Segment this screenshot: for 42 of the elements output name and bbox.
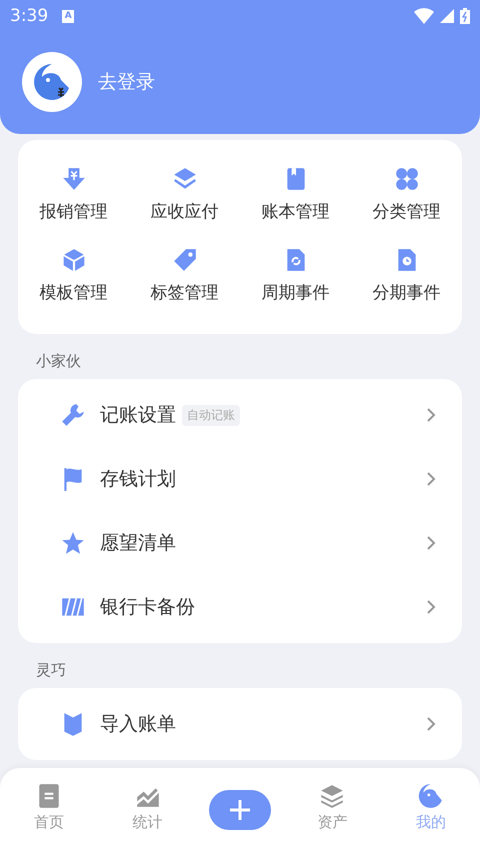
wrench-icon	[60, 402, 86, 428]
menu-label: 记账设置	[100, 403, 176, 428]
menu-item[interactable]: 导入账单	[18, 692, 462, 756]
shortcut-item[interactable]: 模板管理	[18, 243, 129, 324]
menu-label: 银行卡备份	[100, 595, 195, 620]
layers-icon	[319, 783, 346, 809]
notification-icon: A	[62, 10, 74, 22]
shortcut-item[interactable]: 周期事件	[240, 243, 351, 324]
feature-tag: 自动记账	[182, 404, 240, 426]
signal-icon	[440, 9, 454, 23]
section-title: 灵巧	[35, 660, 67, 681]
menu-label: 存钱计划	[100, 467, 176, 492]
shortcut-item[interactable]: 标签管理	[129, 243, 240, 324]
section-title: 小家伙	[35, 351, 82, 372]
download-icon	[60, 166, 86, 192]
add-button[interactable]	[209, 790, 272, 830]
star-icon	[60, 530, 86, 556]
battery-icon	[460, 8, 470, 24]
menu-item[interactable]: 记账设置 自动记账	[18, 383, 462, 447]
chevron-right-icon	[426, 599, 436, 615]
menu-label: 导入账单	[100, 712, 176, 737]
shortcut-item[interactable]: 分期事件	[351, 243, 462, 324]
shortcut-item[interactable]: 分类管理	[351, 162, 462, 243]
menu-label: 愿望清单	[100, 531, 176, 556]
shortcut-item[interactable]: 账本管理	[240, 162, 351, 243]
shortcut-item[interactable]: 应收应付	[129, 162, 240, 243]
plus-icon	[229, 799, 252, 821]
status-time: 3:39	[10, 6, 48, 26]
cube-icon	[60, 247, 86, 273]
tag-icon	[172, 247, 198, 273]
shortcut-item[interactable]: 报销管理	[18, 162, 129, 243]
bird-icon	[418, 783, 444, 809]
grid-icon	[394, 166, 420, 192]
menu-item[interactable]: 存钱计划	[18, 447, 462, 511]
wifi-icon	[414, 8, 434, 24]
chevron-right-icon	[426, 716, 436, 732]
menu-item[interactable]: 愿望清单	[18, 511, 462, 575]
chevron-right-icon	[426, 535, 436, 551]
avatar-icon[interactable]	[22, 52, 82, 112]
chevron-right-icon	[426, 407, 436, 423]
menu-item[interactable]: 银行卡备份	[18, 575, 462, 639]
chevron-right-icon	[426, 471, 436, 487]
